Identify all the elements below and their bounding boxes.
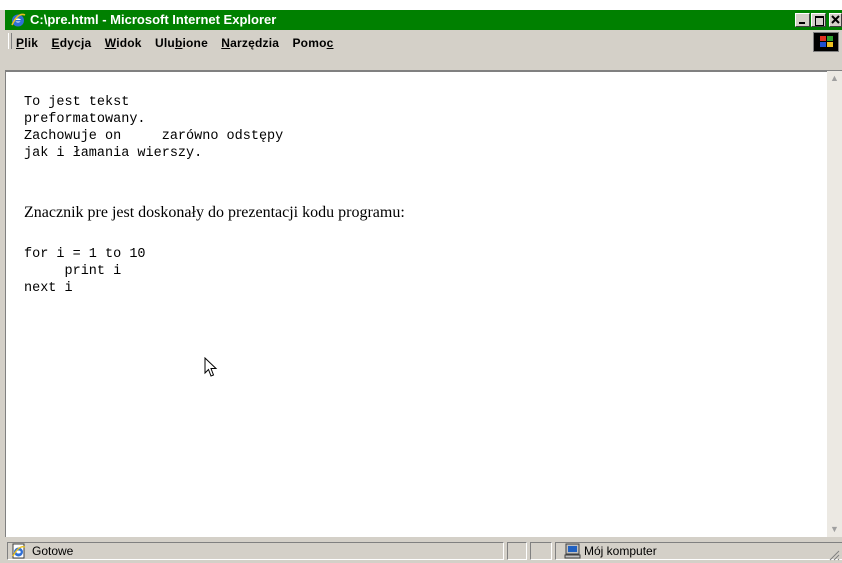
status-pane-main: Gotowe (7, 542, 504, 560)
resize-grip-icon[interactable] (828, 549, 840, 561)
menu-ulubione[interactable]: Ulubione (155, 36, 208, 50)
window-title: C:\pre.html - Microsoft Internet Explore… (30, 12, 277, 27)
menu-edycja[interactable]: Edycja (52, 36, 92, 50)
my-computer-icon (564, 543, 581, 559)
menu-bar: Plik Edycja Widok Ulubione Narzędzia Pom… (5, 30, 842, 71)
menu-narzedzia[interactable]: Narzędzia (221, 36, 279, 50)
menu-grip[interactable] (8, 33, 12, 49)
maximize-icon (815, 16, 824, 26)
scroll-up-icon[interactable]: ▲ (827, 71, 842, 86)
mouse-cursor-icon (204, 357, 218, 377)
preformatted-text: To jest tekst preformatowany. Zachowuje … (24, 95, 284, 161)
menu-widok[interactable]: Widok (105, 36, 142, 50)
menu-plik[interactable]: Plik (16, 36, 38, 50)
vertical-scrollbar[interactable]: ▲ ▼ (827, 71, 842, 537)
desktop-strip (0, 0, 842, 10)
title-bar[interactable]: C:\pre.html - Microsoft Internet Explore… (5, 10, 842, 30)
minimize-button[interactable] (795, 13, 810, 27)
code-block: for i = 1 to 10 print i next i (24, 247, 146, 296)
close-icon (831, 15, 840, 24)
status-pane-security (530, 542, 552, 560)
ie-icon[interactable] (10, 12, 26, 28)
minimize-icon (799, 22, 805, 24)
scroll-down-icon[interactable]: ▼ (827, 522, 842, 537)
ie-page-icon (12, 543, 26, 559)
status-text: Gotowe (32, 544, 74, 558)
status-pane-progress (507, 542, 527, 560)
zone-text: Mój komputer (584, 544, 657, 558)
menu-items: Plik Edycja Widok Ulubione Narzędzia Pom… (16, 36, 343, 50)
status-pane-zone: Mój komputer (555, 542, 842, 560)
maximize-button[interactable] (811, 13, 826, 27)
windows-logo-icon (813, 32, 839, 52)
menu-pomoc[interactable]: Pomoc (292, 36, 333, 50)
paragraph-text: Znacznik pre jest doskonały do prezentac… (24, 204, 405, 221)
ie-window: C:\pre.html - Microsoft Internet Explore… (0, 0, 842, 563)
page-content[interactable]: To jest tekst preformatowany. Zachowuje … (5, 71, 827, 537)
close-button[interactable] (829, 13, 842, 27)
status-bar: Gotowe Mój komputer (5, 539, 842, 563)
